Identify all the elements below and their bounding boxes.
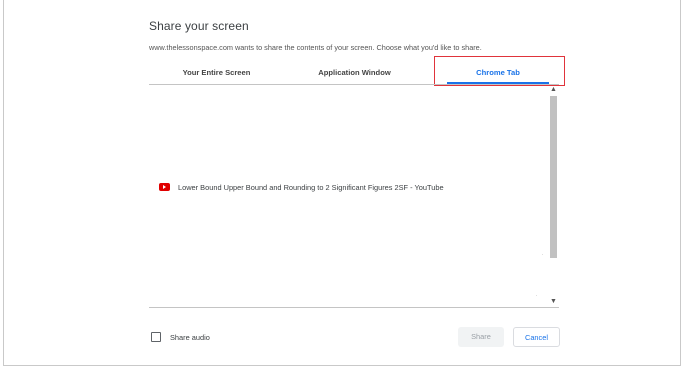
dialog-description: www.thelessonspace.com wants to share th… <box>149 43 482 52</box>
share-audio-label: Share audio <box>170 332 210 342</box>
list-item-label: Lower Bound Upper Bound and Rounding to … <box>178 182 444 192</box>
share-audio-row: Share audio <box>151 332 210 342</box>
scrollbar[interactable]: ▲ ▼ <box>548 85 559 307</box>
share-button[interactable]: Share <box>458 327 504 347</box>
stray-dot: . <box>536 292 538 298</box>
source-tabs: Your Entire Screen Application Window Ch… <box>149 60 559 84</box>
tab-chrome-tab[interactable]: Chrome Tab <box>441 60 555 84</box>
tab-list: Lower Bound Upper Bound and Rounding to … <box>149 84 559 308</box>
stray-dot: . <box>542 251 544 257</box>
scroll-down-icon[interactable]: ▼ <box>550 298 557 306</box>
tab-entire-screen[interactable]: Your Entire Screen <box>149 60 284 84</box>
list-item[interactable]: Lower Bound Upper Bound and Rounding to … <box>159 180 444 194</box>
scroll-up-icon[interactable]: ▲ <box>550 86 557 94</box>
tab-application-window[interactable]: Application Window <box>287 60 422 84</box>
share-audio-checkbox[interactable] <box>151 332 161 342</box>
dialog-title: Share your screen <box>149 19 249 33</box>
scroll-thumb[interactable] <box>550 96 557 258</box>
cancel-button[interactable]: Cancel <box>513 327 560 347</box>
tab-chrome-tab-label: Chrome Tab <box>476 68 520 77</box>
youtube-icon <box>159 183 170 191</box>
